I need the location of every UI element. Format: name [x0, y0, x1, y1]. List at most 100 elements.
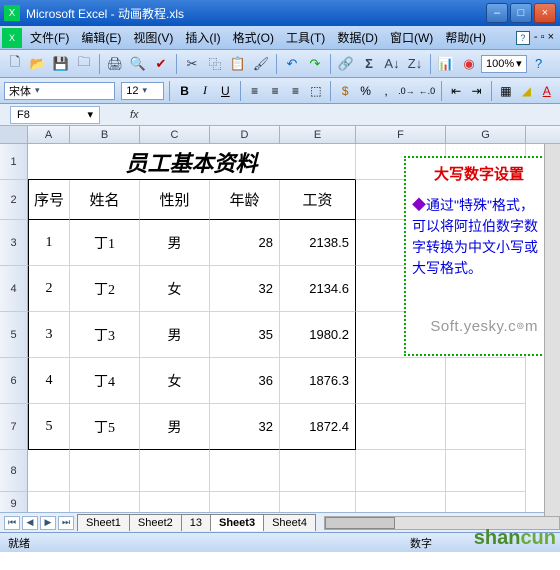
cell[interactable]: 32	[210, 266, 280, 312]
col-header[interactable]: E	[280, 126, 356, 143]
cell[interactable]	[280, 492, 356, 512]
menu-tools[interactable]: 工具(T)	[280, 27, 331, 48]
cell[interactable]: 1872.4	[280, 404, 356, 450]
align-right-icon[interactable]: ≡	[286, 81, 304, 101]
menu-data[interactable]: 数据(D)	[331, 27, 384, 48]
cell[interactable]: 1	[28, 220, 70, 266]
copy-icon[interactable]: ⿻	[204, 53, 226, 75]
cell[interactable]: 丁5	[70, 404, 140, 450]
permission-icon[interactable]: 🗀	[73, 53, 95, 75]
col-header[interactable]: B	[70, 126, 140, 143]
link-icon[interactable]: 🔗	[335, 53, 357, 75]
cell[interactable]: 序号	[28, 180, 70, 220]
cell[interactable]: 年龄	[210, 180, 280, 220]
sort-asc-icon[interactable]: A↓	[381, 53, 403, 75]
menu-view[interactable]: 视图(V)	[127, 27, 179, 48]
comma-icon[interactable]: ,	[377, 81, 395, 101]
cell[interactable]: 28	[210, 220, 280, 266]
cell[interactable]	[70, 492, 140, 512]
currency-icon[interactable]: $	[336, 81, 354, 101]
cell[interactable]: 丁2	[70, 266, 140, 312]
cell[interactable]	[356, 450, 446, 492]
autosum-icon[interactable]: Σ	[358, 53, 380, 75]
cell[interactable]: 男	[140, 312, 210, 358]
tab-last-icon[interactable]: ⏭	[58, 516, 74, 530]
menu-edit[interactable]: 编辑(E)	[75, 27, 127, 48]
menu-insert[interactable]: 插入(I)	[179, 27, 226, 48]
spell-icon[interactable]: ✔	[150, 53, 172, 75]
menu-file[interactable]: 文件(F)	[24, 27, 75, 48]
chart-icon[interactable]: 📊	[435, 53, 457, 75]
menu-window[interactable]: 窗口(W)	[384, 27, 439, 48]
row-header[interactable]: 9	[0, 492, 28, 512]
cell[interactable]: 女	[140, 358, 210, 404]
sheet-tab[interactable]: Sheet4	[263, 514, 316, 531]
cell[interactable]: 35	[210, 312, 280, 358]
cell[interactable]: 4	[28, 358, 70, 404]
col-header[interactable]: C	[140, 126, 210, 143]
borders-icon[interactable]: ▦	[497, 81, 515, 101]
row-header[interactable]: 6	[0, 358, 28, 404]
cell[interactable]: 性别	[140, 180, 210, 220]
col-header[interactable]: G	[446, 126, 526, 143]
new-icon[interactable]: 🗋	[4, 53, 26, 75]
open-icon[interactable]: 📂	[27, 53, 49, 75]
inc-decimal-icon[interactable]: .0→	[397, 81, 415, 101]
row-header[interactable]: 1	[0, 144, 28, 180]
cut-icon[interactable]: ✂	[181, 53, 203, 75]
tab-first-icon[interactable]: ⏮	[4, 516, 20, 530]
cell[interactable]	[28, 492, 70, 512]
cell[interactable]: 3	[28, 312, 70, 358]
cell[interactable]	[446, 404, 526, 450]
font-combo[interactable]: 宋体 ▾	[4, 82, 115, 100]
col-header[interactable]: A	[28, 126, 70, 143]
vertical-scrollbar[interactable]	[544, 144, 560, 528]
print-icon[interactable]: 🖨	[104, 53, 126, 75]
align-center-icon[interactable]: ≡	[266, 81, 284, 101]
paste-icon[interactable]: 📋	[227, 53, 249, 75]
name-box[interactable]: F8 ▾	[10, 106, 100, 124]
cell[interactable]	[70, 450, 140, 492]
underline-button[interactable]: U	[216, 81, 234, 101]
cell[interactable]: 姓名	[70, 180, 140, 220]
cell[interactable]: 丁3	[70, 312, 140, 358]
sheet-tab[interactable]: Sheet3	[210, 514, 264, 531]
drawing-icon[interactable]: ◉	[458, 53, 480, 75]
fontsize-combo[interactable]: 12 ▾	[121, 82, 164, 100]
cell[interactable]: 2138.5	[280, 220, 356, 266]
save-icon[interactable]: 💾	[50, 53, 72, 75]
cell[interactable]: 工资	[280, 180, 356, 220]
cell[interactable]: 员工基本资料	[28, 144, 356, 180]
undo-icon[interactable]: ↶	[281, 53, 303, 75]
cell[interactable]: 32	[210, 404, 280, 450]
row-header[interactable]: 4	[0, 266, 28, 312]
cell[interactable]: 男	[140, 404, 210, 450]
cell[interactable]: 丁1	[70, 220, 140, 266]
align-left-icon[interactable]: ≡	[245, 81, 263, 101]
cell[interactable]: 2134.6	[280, 266, 356, 312]
maximize-button[interactable]: □	[510, 3, 532, 23]
row-header[interactable]: 8	[0, 450, 28, 492]
sheet-tab[interactable]: Sheet2	[129, 514, 182, 531]
cell[interactable]: 36	[210, 358, 280, 404]
preview-icon[interactable]: 🔍	[127, 53, 149, 75]
indent-inc-icon[interactable]: ⇥	[467, 81, 485, 101]
italic-button[interactable]: I	[196, 81, 214, 101]
cell[interactable]	[446, 450, 526, 492]
sheet-tab[interactable]: 13	[181, 514, 211, 531]
format-painter-icon[interactable]: 🖌	[250, 53, 272, 75]
row-header[interactable]: 7	[0, 404, 28, 450]
cell[interactable]	[140, 492, 210, 512]
cell[interactable]: 女	[140, 266, 210, 312]
cell[interactable]	[356, 404, 446, 450]
percent-icon[interactable]: %	[356, 81, 374, 101]
row-header[interactable]: 3	[0, 220, 28, 266]
cell[interactable]	[210, 450, 280, 492]
row-header[interactable]: 2	[0, 180, 28, 220]
menu-help[interactable]: 帮助(H)	[439, 27, 492, 48]
font-color-icon[interactable]: A	[538, 81, 556, 101]
dec-decimal-icon[interactable]: ←.0	[418, 81, 436, 101]
cell[interactable]	[356, 492, 446, 512]
cell[interactable]	[140, 450, 210, 492]
fx-icon[interactable]: fx	[130, 109, 139, 121]
